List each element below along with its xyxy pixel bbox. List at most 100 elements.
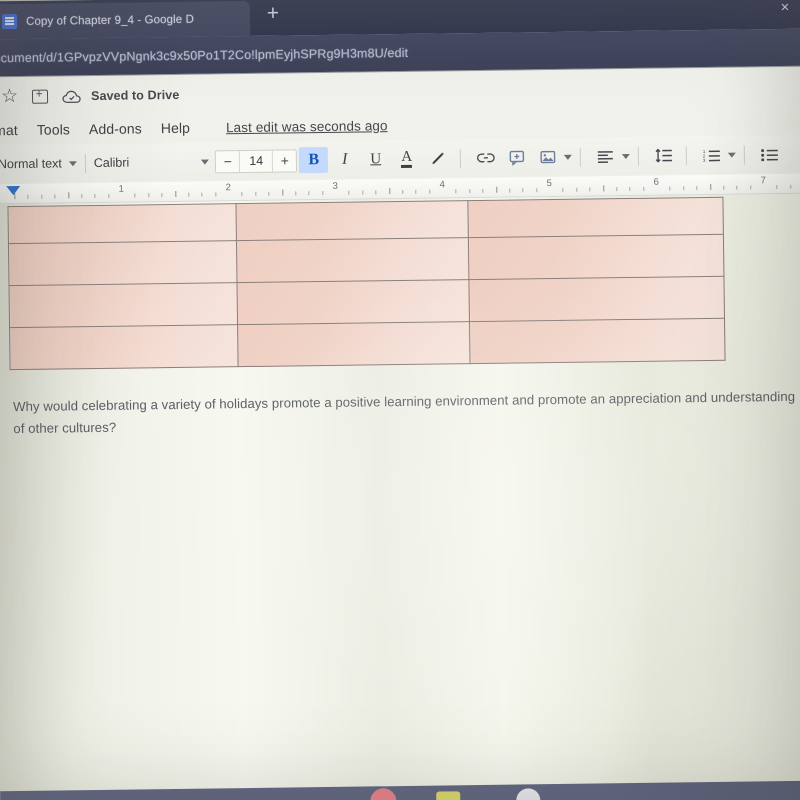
ruler-tick xyxy=(776,185,778,190)
ruler-tick xyxy=(268,191,270,196)
menu-format[interactable]: ormat xyxy=(0,122,18,138)
ruler-tick xyxy=(54,194,56,199)
add-comment-icon[interactable] xyxy=(502,144,531,170)
ruler-tick xyxy=(348,190,350,195)
line-spacing-icon[interactable] xyxy=(649,142,678,168)
google-docs-favicon xyxy=(1,14,18,30)
menu-addons[interactable]: Add-ons xyxy=(89,120,142,137)
ruler-number: 4 xyxy=(439,179,445,191)
ruler-tick xyxy=(642,186,644,191)
paragraph-style-dropdown[interactable]: Normal text xyxy=(0,156,62,171)
ruler-tick xyxy=(616,187,618,192)
document-body-text[interactable]: Why would celebrating a variety of holid… xyxy=(13,386,800,440)
font-family-dropdown[interactable]: Calibri xyxy=(94,156,130,170)
url-text: document/d/1GPvpzVVpNgnk3c9x50Po1T2Co!lp… xyxy=(0,45,409,65)
decrease-font-size-button[interactable]: − xyxy=(216,151,239,172)
ruler-tick xyxy=(709,183,711,190)
ruler-tick xyxy=(629,186,631,192)
bulleted-list-icon[interactable] xyxy=(755,141,784,167)
ruler-tick xyxy=(696,186,698,191)
ruler-tick xyxy=(455,189,457,194)
numbered-list-icon[interactable]: 1 2 3 xyxy=(697,142,726,168)
font-size-input[interactable]: 14 xyxy=(239,150,274,172)
ruler-tick xyxy=(428,189,430,194)
ruler-tick xyxy=(790,184,792,189)
table-cell[interactable] xyxy=(237,321,471,367)
ruler-tick xyxy=(576,187,578,192)
move-to-folder-icon[interactable] xyxy=(31,89,49,104)
ruler-tick xyxy=(602,185,604,192)
tab-title: Copy of Chapter 9_4 - Google D xyxy=(25,13,195,28)
table-cell[interactable] xyxy=(9,282,238,328)
increase-font-size-button[interactable]: + xyxy=(273,150,296,171)
star-icon[interactable]: ☆ xyxy=(1,86,18,107)
ruler-tick xyxy=(482,188,484,193)
ruler-tick xyxy=(522,188,524,193)
text-color-label: A xyxy=(401,148,413,168)
ruler-tick xyxy=(415,189,417,194)
table-cell[interactable] xyxy=(7,203,237,244)
ruler-tick xyxy=(107,193,109,198)
chevron-down-icon[interactable] xyxy=(564,154,573,160)
ruler-tick xyxy=(188,192,190,197)
insert-image-icon[interactable] xyxy=(533,144,562,170)
ruler-tick xyxy=(148,193,150,198)
toolbar-divider xyxy=(460,148,462,168)
shelf-icon-white[interactable] xyxy=(516,788,541,800)
ruler-tick xyxy=(201,192,203,197)
menu-help[interactable]: Help xyxy=(161,120,190,136)
ruler-tick xyxy=(589,187,591,192)
ruler-number: 6 xyxy=(653,176,659,188)
ruler-tick xyxy=(41,194,43,199)
ruler-number: 2 xyxy=(225,182,231,194)
shelf-icon-yellow[interactable] xyxy=(436,791,461,800)
table-cell[interactable] xyxy=(9,324,238,370)
toolbar-divider xyxy=(638,146,640,166)
new-tab-button[interactable]: + xyxy=(262,2,284,25)
chevron-down-icon[interactable] xyxy=(68,160,77,166)
toolbar-divider xyxy=(686,145,688,165)
underline-button[interactable]: U xyxy=(361,146,390,172)
ruler-tick xyxy=(308,191,310,196)
menu-tools[interactable]: Tools xyxy=(37,121,70,137)
left-indent-marker[interactable] xyxy=(6,185,21,196)
table-cell[interactable] xyxy=(468,234,724,280)
doc-table[interactable] xyxy=(7,197,726,370)
table-cell[interactable] xyxy=(236,279,470,325)
ruler-tick xyxy=(295,191,297,196)
close-icon[interactable]: × xyxy=(778,0,792,16)
table-cell[interactable] xyxy=(468,197,724,238)
text-color-button[interactable]: A xyxy=(392,146,421,172)
ruler-tick xyxy=(402,189,404,194)
chevron-down-icon[interactable] xyxy=(728,152,737,158)
italic-button[interactable]: I xyxy=(330,147,359,173)
ruler-number: 1 xyxy=(118,183,124,195)
ruler-tick xyxy=(321,191,323,196)
last-edit-status[interactable]: Last edit was seconds ago xyxy=(226,118,388,135)
cloud-saved-icon[interactable] xyxy=(62,90,82,103)
shelf-icon-red[interactable] xyxy=(370,788,397,800)
ruler-tick xyxy=(749,185,751,190)
ruler-tick xyxy=(375,190,377,195)
saved-to-drive-label: Saved to Drive xyxy=(90,87,180,103)
svg-text:3: 3 xyxy=(703,158,706,162)
ruler-tick xyxy=(14,193,16,200)
photo-of-screen: Copy of Chapter 9_4 - Google D × + docum… xyxy=(0,0,800,800)
toolbar-divider xyxy=(580,147,582,167)
chevron-down-icon[interactable] xyxy=(622,153,631,159)
table-cell[interactable] xyxy=(8,240,237,286)
document-page: Why would celebrating a variety of holid… xyxy=(0,193,800,800)
insert-link-icon[interactable] xyxy=(471,145,500,171)
table-cell[interactable] xyxy=(235,200,469,241)
table-cell[interactable] xyxy=(469,276,725,322)
ruler-tick xyxy=(562,187,564,192)
highlight-pen-icon[interactable] xyxy=(423,145,452,171)
ruler-tick xyxy=(535,188,537,193)
chevron-down-icon[interactable] xyxy=(201,159,210,165)
browser-tab[interactable]: Copy of Chapter 9_4 - Google D xyxy=(0,0,251,40)
align-left-icon[interactable] xyxy=(591,143,620,169)
table-cell[interactable] xyxy=(236,237,470,283)
table-cell[interactable] xyxy=(469,318,726,364)
bold-button[interactable]: B xyxy=(299,146,329,174)
ruler-tick xyxy=(255,191,257,196)
